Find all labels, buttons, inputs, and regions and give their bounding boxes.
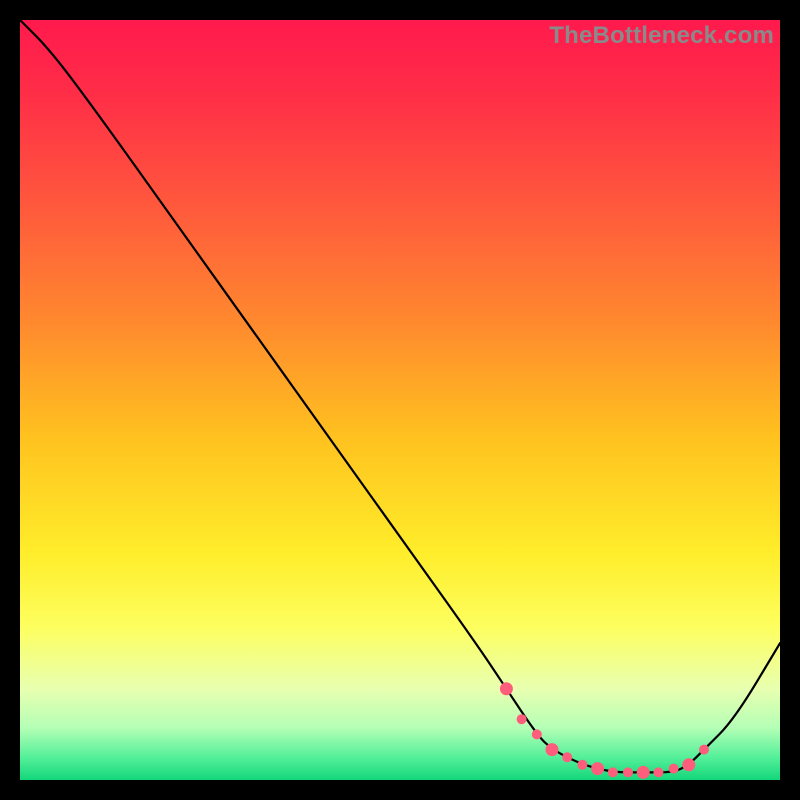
chart-stage: TheBottleneck.com <box>0 0 800 800</box>
trough-marker <box>699 745 709 755</box>
trough-marker <box>546 743 559 756</box>
trough-marker <box>591 762 604 775</box>
trough-marker <box>623 767 633 777</box>
trough-markers <box>500 682 709 779</box>
trough-marker <box>653 767 663 777</box>
trough-marker <box>608 767 618 777</box>
trough-marker <box>500 682 513 695</box>
trough-marker <box>669 764 679 774</box>
plot-area: TheBottleneck.com <box>20 20 780 780</box>
trough-marker <box>532 729 542 739</box>
trough-marker <box>637 766 650 779</box>
trough-marker <box>682 758 695 771</box>
curve-layer <box>20 20 780 780</box>
curve-line <box>20 20 780 772</box>
trough-marker <box>577 760 587 770</box>
trough-marker <box>562 752 572 762</box>
trough-marker <box>517 714 527 724</box>
